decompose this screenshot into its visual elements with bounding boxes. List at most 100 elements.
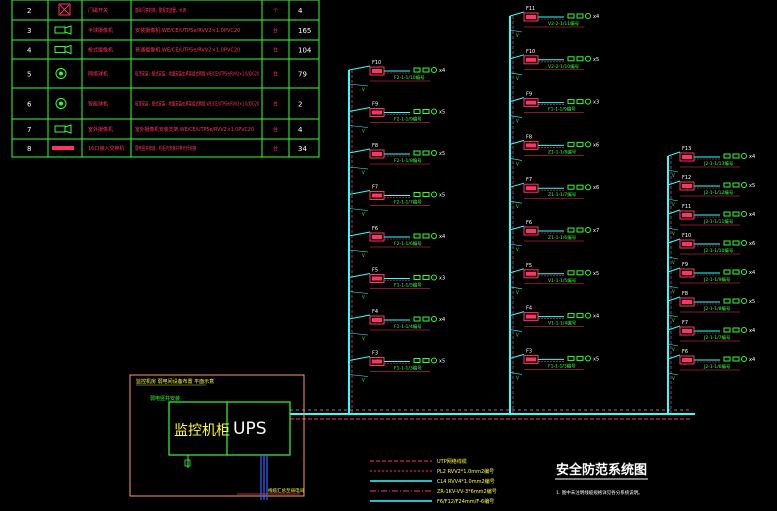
floor-label: F10 [682,233,691,239]
floor-id-label: F1-1-1/3编号 [548,362,576,369]
camera-icon [732,211,740,217]
camera-count: x3 [593,100,599,106]
switch-icon [372,152,382,156]
floor-v-marker: V [672,202,675,207]
camera-icon [576,227,584,233]
floor-label: F4 [526,306,532,312]
camera-count: x3 [439,276,445,282]
floor-block: F10 x6 J2-1-1/10编号 V [667,233,755,265]
floor-drop-line [667,343,679,347]
dome-camera-icon [585,269,591,276]
camera-count: x4 [439,234,445,240]
floor-label: F13 [682,146,691,152]
floor-block: F12 x5 J2-1-1/12编号 V [667,175,755,207]
camera-icon [732,153,740,159]
dome-camera-icon [741,153,747,159]
camera-icon [422,109,430,114]
legend-row-description: 安装摄像机,WE/CE/UTP5e/RVV2×1.0PVC20 [135,27,240,34]
camera-count: x5 [749,299,755,305]
camera-count: x6 [593,142,599,148]
camera-icon [732,182,740,188]
floor-label: F6 [526,220,532,226]
camera-icon [413,316,421,322]
floor-id-label: F1-1-1/9编号 [548,106,576,113]
legend-row-number: 2 [27,7,31,15]
floor-drop-line [509,200,523,204]
floor-label: F9 [372,102,378,108]
switch-icon [526,271,536,276]
floor-block: F5 x5 V1-1-1/5编号 V [509,263,599,295]
cad-canvas[interactable]: { "legend": { "rows": [ {"no": "2", "nam… [0,0,777,511]
camera-icon [567,270,575,276]
camera-count: x6 [749,241,755,247]
legend-row-unit: 个 [273,8,278,14]
switch-icon [682,358,692,362]
cabinet-label: 监控机柜 [174,423,230,439]
control-room-sub-label: 弱电竖井安装 [150,395,180,402]
dome-camera-icon [431,150,437,156]
legend-row-quantity: 2 [298,101,302,109]
camera-icon [576,270,584,276]
cable-legend: UTP网络线缆 PL2 RVV2*1.0mm2编号 CL4 RVV4*1.0mm2编… [370,458,497,505]
floor-id-label: Z1-1-1/8编号 [548,148,577,155]
floor-drop-line [667,372,679,376]
floor-drop-line [509,115,523,118]
dome-camera-icon [585,13,591,19]
floor-label: F7 [372,185,378,191]
floor-drop-line [509,286,523,290]
legend-row: 6 智能球机 吸顶安装，壁式安装，地面安装支承架组合网络 WE/CE/UTP5e/R… [27,98,302,109]
floor-v-marker: V [362,336,365,341]
legend-symbol-icon [52,146,74,150]
camera-icon [723,327,731,333]
floor-label: F4 [372,309,378,315]
legend-row-unit: 台 [273,71,278,78]
floor-drop-line [667,198,679,202]
control-room[interactable]: 监控机房 弱电间设备布置 平面示意 弱电竖井安装 监控机柜 UPS 线缆汇总至弱… [129,374,305,500]
floor-v-marker: V [516,76,519,81]
floor-block: F9 x5 F2-1-1/9编号 V [348,102,445,134]
camera-icon [413,192,421,197]
floor-drop-line [667,227,679,231]
floor-feed-line [509,97,525,103]
switch-icon [372,318,382,322]
camera-icon [732,298,740,304]
floor-drop-line [667,285,679,289]
floor-label: F9 [682,262,688,268]
camera-icon [723,182,731,188]
camera-count: x4 [593,14,599,20]
camera-icon [422,275,430,280]
floor-v-marker: V [516,290,519,295]
floor-feed-line [509,11,525,17]
camera-icon [413,150,421,156]
cable-legend-label: PL2 RVV2*1.0mm2编号 [437,468,494,475]
floor-id-label: V1-1-1/5编号 [548,277,577,284]
legend-row-description: 室外摄像机安装支架,WE/CE/UTP5e/RVV2×1.0PVC20 [135,126,254,133]
legend-row-name: 半球摄像机 [88,27,113,34]
floor-v-marker: V [516,119,519,124]
switch-icon [372,110,382,115]
switch-icon [372,359,382,364]
camera-icon [567,141,575,147]
floor-v-marker: V [516,375,519,380]
legend-symbol-icon [58,3,71,16]
dome-camera-icon [431,233,437,239]
camera-icon [576,184,584,190]
floor-label: F8 [372,143,378,149]
camera-icon [576,13,584,19]
floor-block: F13 x4 J2-1-1/13编号 V [667,146,755,178]
switch-icon [526,314,536,319]
switch-icon [682,242,692,246]
camera-count: x4 [593,314,599,320]
floor-v-marker: V [362,378,365,383]
cable-legend-label: F6/F12/F24mm/F-6编号 [437,498,494,505]
camera-icon [732,240,740,246]
floor-label: F10 [372,60,381,66]
legend-row-description: 弱电竖井安装，机柜内安装并带光纤熔接 [135,145,196,152]
legend-row-unit: 台 [273,101,278,108]
floor-label: F9 [526,92,532,98]
legend-row-number: 7 [27,126,31,134]
floor-id-label: J2-1-1/12编号 [703,189,734,196]
legend-symbol-icon [54,124,72,134]
floor-v-marker: V [362,170,365,175]
cable-legend-label: ZR-1KV-VV-3*6mm2编号 [437,488,497,495]
